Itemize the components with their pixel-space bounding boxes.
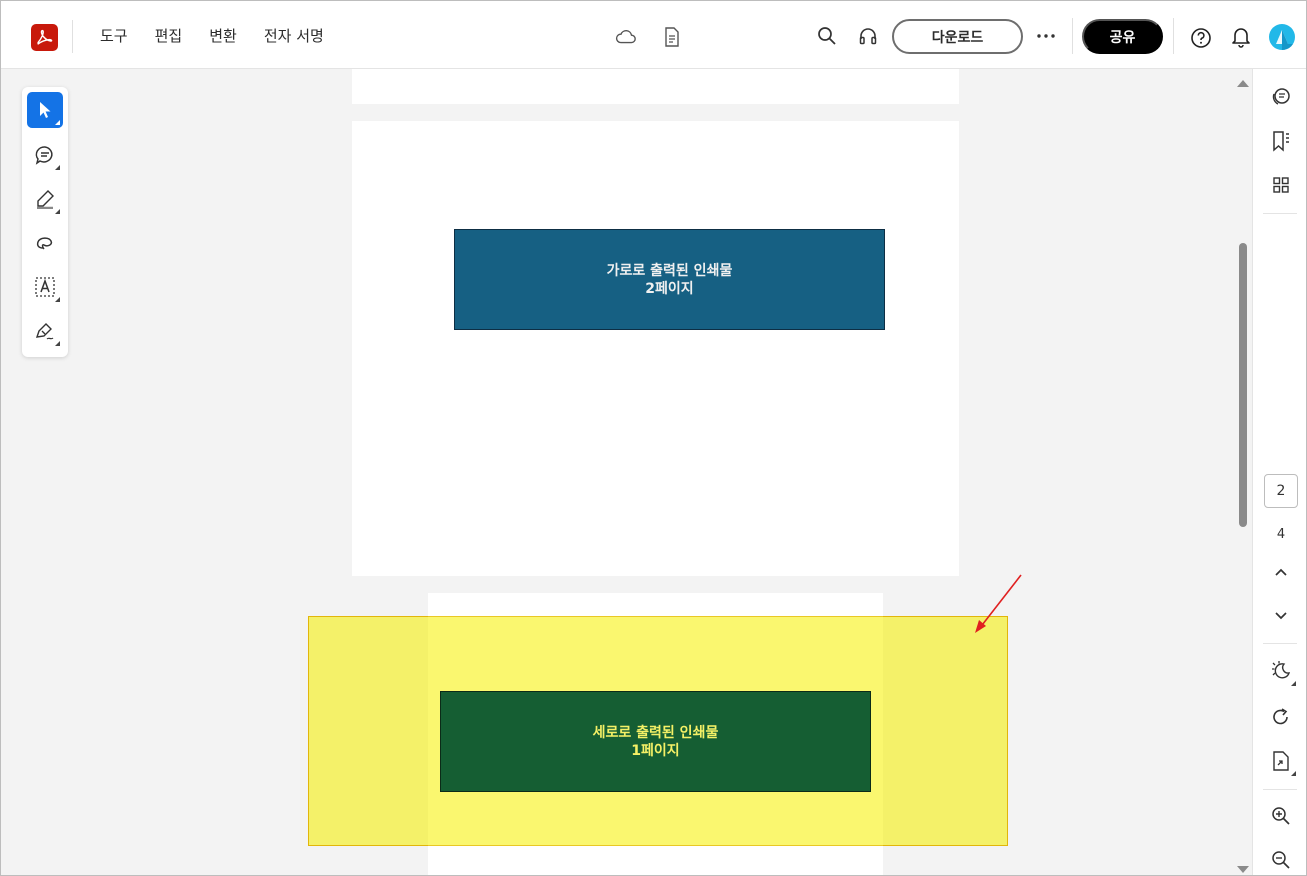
divider [1263,643,1297,644]
share-button[interactable]: 공유 [1082,19,1163,54]
cursor-icon [40,102,51,118]
help-icon[interactable] [1189,26,1213,50]
notification-bell-icon[interactable] [1229,25,1253,49]
menu-item-convert[interactable]: 변환 [209,25,237,46]
scroll-down-arrow-icon[interactable] [1237,866,1249,873]
main-menu: 도구 편집 변환 전자 서명 [100,25,351,46]
divider [1072,18,1073,54]
signature-pen-icon [35,323,54,340]
text-box-icon [35,277,55,297]
top-bar: 도구 편집 변환 전자 서명 다운로드 공유 [1,1,1306,69]
draw-tool[interactable] [27,225,63,261]
document-info-icon[interactable] [660,25,684,49]
comment-icon [35,146,53,165]
bookmark-icon[interactable] [1269,129,1293,153]
comment-tool[interactable] [27,137,63,173]
more-icon[interactable] [1034,24,1058,48]
page1-label-line2: 1페이지 [631,742,680,759]
scroll-thumb[interactable] [1239,243,1247,527]
document-page-2 [352,121,959,576]
rotate-icon[interactable] [1269,705,1293,729]
highlight-tool[interactable] [27,181,63,217]
red-arrow-annotation-icon [975,574,1022,633]
zoom-out-icon[interactable] [1269,848,1293,872]
previous-page-icon[interactable] [1269,560,1293,584]
dark-mode-icon[interactable] [1269,659,1296,686]
total-pages: 4 [1276,527,1286,542]
acrobat-logo-icon[interactable] [31,24,58,51]
cloud-icon[interactable] [614,25,638,49]
thumbnails-icon[interactable] [1269,173,1293,197]
comments-panel-icon[interactable] [1269,85,1293,109]
document-page-3-partial [352,69,959,104]
scroll-up-arrow-icon[interactable] [1237,80,1249,87]
page2-label-line2: 2페이지 [645,280,694,297]
download-button[interactable]: 다운로드 [892,19,1023,54]
page2-label-line1: 가로로 출력된 인쇄물 [606,262,733,279]
menu-item-tools[interactable]: 도구 [100,25,128,46]
page2-content-box: 가로로 출력된 인쇄물 2페이지 [454,229,885,330]
menu-item-edit[interactable]: 편집 [155,25,183,46]
extract-page-icon[interactable] [1269,749,1296,776]
sign-tool[interactable] [27,313,63,349]
quick-tools-toolbar [22,87,68,357]
lasso-icon [36,237,53,250]
vertical-scrollbar[interactable] [1234,69,1251,875]
avatar[interactable] [1269,24,1295,50]
app-window: 도구 편집 변환 전자 서명 다운로드 공유 가로로 출력된 인쇄물 2페이지 … [0,0,1307,876]
pen-highlight-icon [37,190,54,209]
menu-item-esign[interactable]: 전자 서명 [264,25,324,46]
headphones-icon[interactable] [856,24,880,48]
select-tool[interactable] [27,92,63,128]
text-tool[interactable] [27,269,63,305]
zoom-in-icon[interactable] [1269,804,1293,828]
divider [1263,213,1297,214]
divider [1263,789,1297,790]
current-page-input[interactable]: 2 [1264,474,1298,508]
right-rail: 2 4 [1252,69,1306,875]
search-icon[interactable] [815,24,839,48]
divider [72,20,73,53]
page1-content-box: 세로로 출력된 인쇄물 1페이지 [440,691,871,792]
divider [1173,18,1174,54]
page1-label-line1: 세로로 출력된 인쇄물 [592,724,719,741]
next-page-icon[interactable] [1269,604,1293,628]
file-status-icons [614,25,684,49]
